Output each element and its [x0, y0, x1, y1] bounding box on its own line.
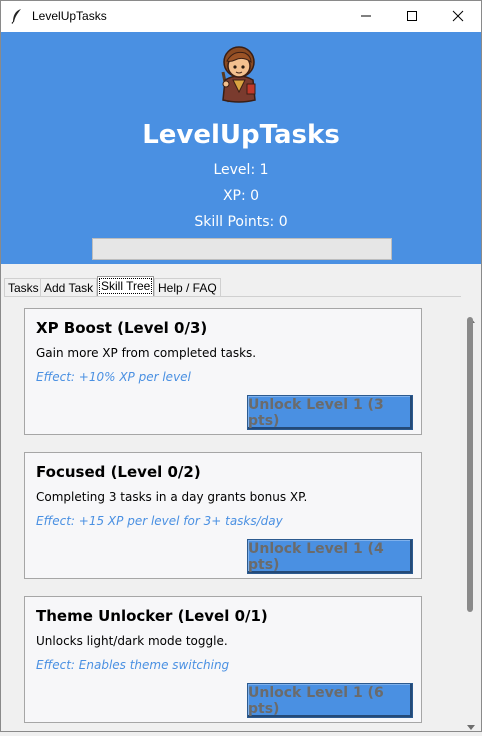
app-title: LevelUpTasks [142, 120, 340, 150]
skill-title: Theme Unlocker (Level 0/1) [36, 607, 268, 625]
scrollbar-thumb[interactable] [467, 317, 473, 612]
adventurer-avatar-icon [213, 42, 265, 104]
skill-description: Gain more XP from completed tasks. [36, 346, 257, 360]
skill-effect: Effect: +15 XP per level for 3+ tasks/da… [36, 514, 283, 528]
close-icon [452, 7, 464, 26]
unlock-theme-unlocker-button[interactable]: Unlock Level 1 (6 pts) [247, 683, 413, 718]
skill-tree-panel: XP Boost (Level 0/3) Gain more XP from c… [4, 296, 461, 728]
tab-tasks[interactable]: Tasks [4, 278, 43, 296]
minimize-button[interactable] [343, 1, 389, 32]
maximize-button[interactable] [389, 1, 435, 32]
tab-skill-tree[interactable]: Skill Tree [97, 276, 155, 296]
app-window: LevelUpTasks LevelUpTasks Level: 1 XP: 0… [0, 0, 482, 732]
skill-card-xp-boost: XP Boost (Level 0/3) Gain more XP from c… [24, 308, 422, 435]
scroll-up-arrow-icon[interactable] [466, 309, 476, 323]
skill-description: Completing 3 tasks in a day grants bonus… [36, 490, 308, 504]
unlock-focused-button[interactable]: Unlock Level 1 (4 pts) [247, 539, 413, 574]
xp-progress-bar [92, 238, 392, 260]
maximize-icon [406, 7, 418, 26]
profile-header: LevelUpTasks Level: 1 XP: 0 Skill Points… [1, 32, 481, 264]
skill-points-label: Skill Points: 0 [194, 214, 288, 230]
skill-effect: Effect: +10% XP per level [36, 370, 191, 384]
close-button[interactable] [435, 1, 481, 32]
skill-card-focused: Focused (Level 0/2) Completing 3 tasks i… [24, 452, 422, 579]
skill-effect: Effect: Enables theme switching [36, 658, 230, 672]
vertical-scrollbar[interactable] [461, 307, 481, 730]
skill-card-theme-unlocker: Theme Unlocker (Level 0/1) Unlocks light… [24, 596, 422, 723]
tab-bar: Tasks Add Task Skill Tree Help / FAQ [1, 264, 481, 296]
scroll-down-arrow-icon[interactable] [466, 717, 476, 730]
tab-help-faq[interactable]: Help / FAQ [154, 278, 221, 296]
tab-add-task[interactable]: Add Task [40, 278, 98, 296]
level-label: Level: 1 [213, 162, 269, 178]
feather-icon [10, 8, 24, 24]
skill-title: Focused (Level 0/2) [36, 463, 201, 481]
window-title: LevelUpTasks [32, 9, 107, 23]
xp-label: XP: 0 [222, 188, 260, 204]
skill-title: XP Boost (Level 0/3) [36, 319, 208, 337]
skill-description: Unlocks light/dark mode toggle. [36, 634, 228, 648]
minimize-icon [360, 7, 372, 26]
unlock-xp-boost-button[interactable]: Unlock Level 1 (3 pts) [247, 395, 413, 430]
title-bar: LevelUpTasks [1, 1, 481, 32]
